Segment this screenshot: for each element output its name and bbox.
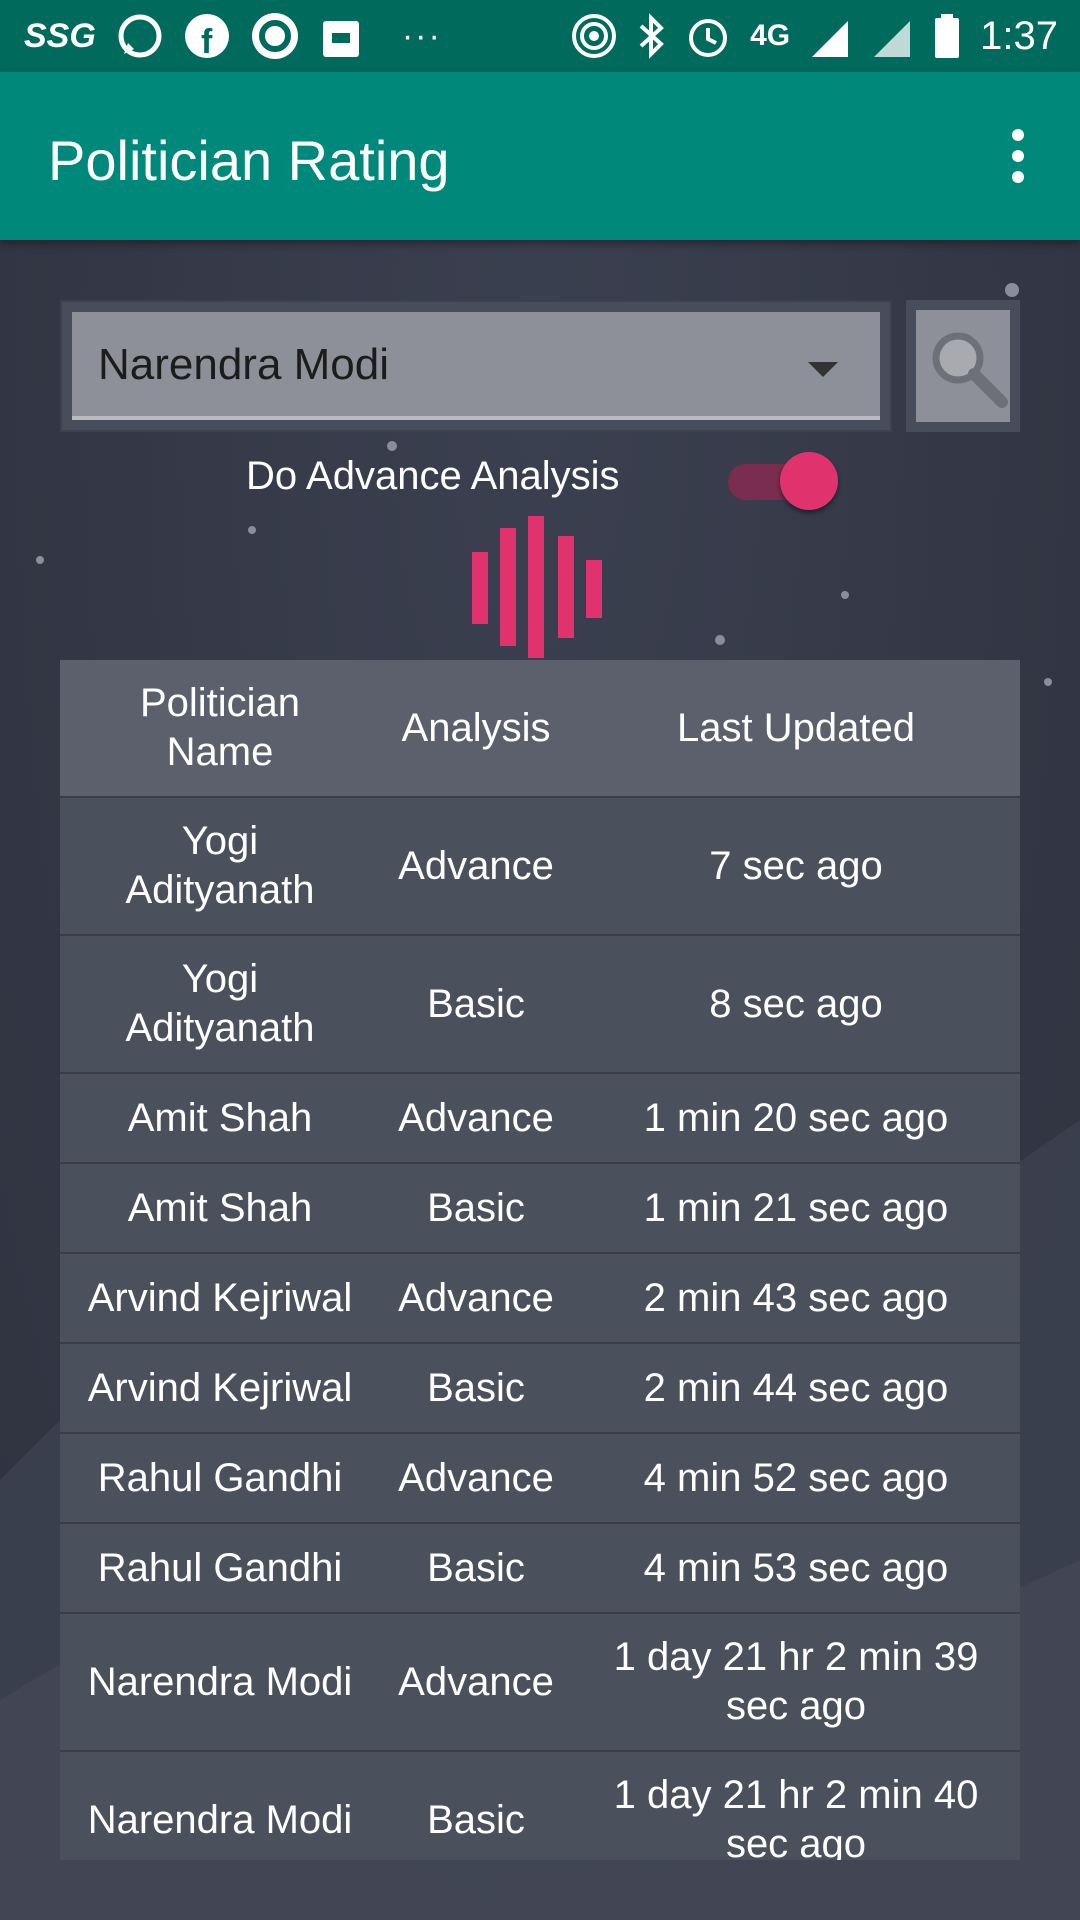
cell-analysis: Advance bbox=[398, 1275, 554, 1320]
cell-analysis: Advance bbox=[398, 1659, 554, 1704]
status-bar: SSG f ··· 4G 1:37 bbox=[0, 0, 1080, 72]
cell-politician-name: Amit Shah bbox=[127, 1185, 313, 1230]
audio-wave-icon bbox=[472, 516, 606, 660]
search-button[interactable] bbox=[906, 300, 1020, 432]
cell-last-updated: 1 day 21 hr 2 min 39 sec ago bbox=[613, 1635, 979, 1728]
cell-last-updated: 4 min 52 sec ago bbox=[643, 1455, 949, 1500]
cell-last-updated: 2 min 44 sec ago bbox=[643, 1365, 949, 1410]
cell-analysis: Advance bbox=[398, 1455, 554, 1500]
network-type: 4G bbox=[750, 19, 791, 52]
cell-last-updated: 1 min 21 sec ago bbox=[643, 1185, 949, 1230]
cell-analysis: Basic bbox=[427, 1797, 525, 1842]
table-header: Politician Name Analysis Last Updated bbox=[60, 660, 1020, 796]
cell-last-updated: 1 min 20 sec ago bbox=[643, 1095, 949, 1140]
app-title: Politician Rating bbox=[48, 129, 450, 192]
cell-last-updated: 8 sec ago bbox=[709, 981, 883, 1026]
table-row[interactable]: Narendra Modi Advance 1 day 21 hr 2 min … bbox=[60, 1612, 1020, 1750]
circle-app-icon bbox=[251, 13, 298, 59]
table-row[interactable]: Rahul Gandhi Basic 4 min 53 sec ago bbox=[60, 1522, 1020, 1612]
cell-analysis: Basic bbox=[427, 1365, 525, 1410]
cell-analysis: Basic bbox=[427, 981, 525, 1026]
cell-last-updated: 4 min 53 sec ago bbox=[643, 1545, 949, 1590]
advance-analysis-label: Do Advance Analysis bbox=[246, 454, 620, 498]
table-row[interactable]: Yogi Adityanath Advance 7 sec ago bbox=[60, 796, 1020, 934]
whatsapp-icon bbox=[118, 14, 162, 58]
advance-analysis-row: Do Advance Analysis bbox=[60, 448, 1020, 510]
ratings-table: Politician Name Analysis Last Updated Yo… bbox=[60, 660, 1020, 1860]
cell-analysis: Basic bbox=[427, 1545, 525, 1590]
table-row[interactable]: Amit Shah Basic 1 min 21 sec ago bbox=[60, 1162, 1020, 1252]
cell-politician-name: Rahul Gandhi bbox=[97, 1545, 343, 1590]
table-row[interactable]: Arvind Kejriwal Advance 2 min 43 sec ago bbox=[60, 1252, 1020, 1342]
advance-analysis-switch[interactable] bbox=[728, 452, 838, 510]
battery-icon bbox=[935, 14, 960, 58]
table-row[interactable]: Rahul Gandhi Advance 4 min 52 sec ago bbox=[60, 1432, 1020, 1522]
carrier-label: SSG bbox=[24, 16, 96, 55]
cell-last-updated: 1 day 21 hr 2 min 40 sec ago bbox=[613, 1773, 979, 1860]
cell-analysis: Basic bbox=[427, 1185, 525, 1230]
cell-politician-name: Rahul Gandhi bbox=[97, 1455, 343, 1500]
header-analysis: Analysis bbox=[401, 705, 551, 750]
cell-last-updated: 7 sec ago bbox=[709, 843, 883, 888]
cell-politician-name: Yogi Adityanath bbox=[125, 819, 315, 912]
signal-2-icon bbox=[874, 21, 911, 57]
cell-analysis: Advance bbox=[398, 1095, 554, 1140]
more-vert-icon[interactable] bbox=[986, 124, 1050, 188]
app-bar: Politician Rating bbox=[0, 72, 1080, 240]
header-politician-name: Politician Name bbox=[139, 681, 301, 774]
header-last-updated: Last Updated bbox=[677, 705, 915, 750]
cell-last-updated: 2 min 43 sec ago bbox=[643, 1275, 949, 1320]
clock: 1:37 bbox=[980, 13, 1058, 58]
cell-politician-name: Arvind Kejriwal bbox=[87, 1365, 353, 1410]
alarm-icon bbox=[689, 19, 728, 57]
table-row[interactable]: Narendra Modi Basic 1 day 21 hr 2 min 40… bbox=[60, 1750, 1020, 1860]
table-row[interactable]: Arvind Kejriwal Basic 2 min 44 sec ago bbox=[60, 1342, 1020, 1432]
table-row[interactable]: Yogi Adityanath Basic 8 sec ago bbox=[60, 934, 1020, 1072]
svg-text:f: f bbox=[201, 23, 213, 59]
shopping-bag-icon bbox=[322, 21, 359, 57]
more-notifications: ··· bbox=[401, 16, 442, 55]
chevron-down-icon bbox=[808, 362, 838, 377]
search-bar: Narendra Modi bbox=[60, 300, 1020, 432]
signal-icon bbox=[812, 21, 849, 57]
magnifier-icon bbox=[932, 332, 1008, 408]
cell-politician-name: Arvind Kejriwal bbox=[87, 1275, 353, 1320]
table-row[interactable]: Amit Shah Advance 1 min 20 sec ago bbox=[60, 1072, 1020, 1162]
politician-dropdown[interactable]: Narendra Modi bbox=[60, 300, 892, 432]
cell-politician-name: Yogi Adityanath bbox=[125, 957, 315, 1050]
bluetooth-icon bbox=[639, 13, 665, 59]
cell-politician-name: Narendra Modi bbox=[87, 1797, 353, 1842]
cell-politician-name: Narendra Modi bbox=[87, 1659, 353, 1704]
cell-politician-name: Amit Shah bbox=[127, 1095, 313, 1140]
cell-analysis: Advance bbox=[398, 843, 554, 888]
dropdown-selected-value: Narendra Modi bbox=[98, 340, 390, 389]
facebook-icon: f bbox=[184, 14, 229, 59]
hotspot-icon bbox=[572, 14, 617, 58]
